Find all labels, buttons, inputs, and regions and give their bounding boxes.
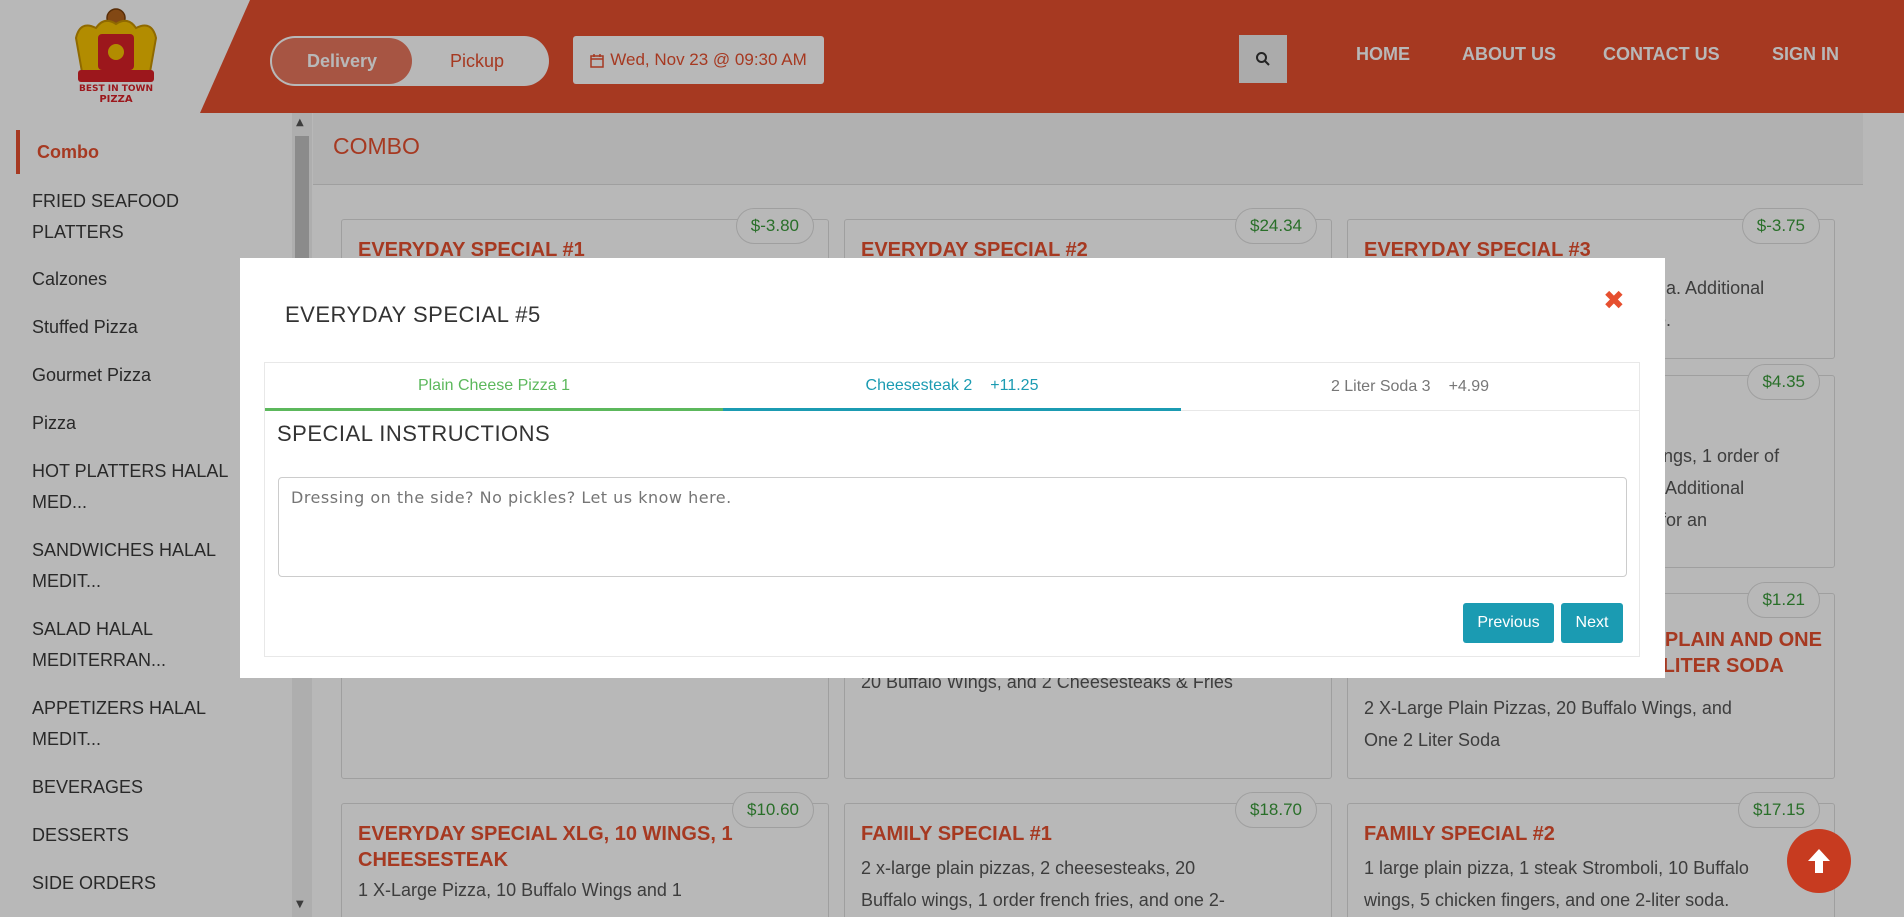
special-instructions-input[interactable] (278, 477, 1627, 577)
previous-button[interactable]: Previous (1463, 603, 1554, 643)
item-options-modal: EVERYDAY SPECIAL #5 ✖ Plain Cheese Pizza… (240, 258, 1665, 678)
tab-extra-price: +4.99 (1448, 377, 1490, 395)
scroll-to-top-button[interactable] (1787, 829, 1851, 893)
tab-cheesesteak[interactable]: Cheesesteak 2 +11.25 (723, 363, 1181, 411)
tab-extra-price: +11.25 (990, 376, 1039, 394)
tab-plain-cheese-pizza[interactable]: Plain Cheese Pizza 1 (265, 363, 723, 411)
arrow-up-icon (1808, 849, 1830, 873)
close-icon[interactable]: ✖ (1603, 286, 1625, 316)
modal-body: Plain Cheese Pizza 1 Cheesesteak 2 +11.25… (264, 362, 1640, 657)
special-instructions-heading: SPECIAL INSTRUCTIONS (277, 421, 551, 446)
tab-2-liter-soda[interactable]: 2 Liter Soda 3 +4.99 (1181, 363, 1639, 411)
next-button[interactable]: Next (1561, 603, 1623, 643)
modal-title: EVERYDAY SPECIAL #5 (285, 302, 541, 327)
